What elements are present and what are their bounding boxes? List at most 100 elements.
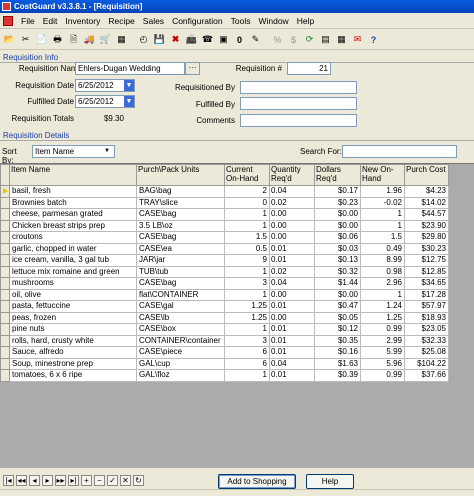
col-new-on-hand[interactable]: New On-Hand [360, 164, 405, 186]
requisitioned-by-field[interactable] [240, 81, 357, 94]
table-row[interactable]: rolls, hard, crusty white CONTAINER\conta… [0, 334, 449, 347]
cell-quantity-reqd[interactable]: 0.04 [269, 185, 315, 198]
help-button[interactable]: Help [306, 474, 354, 489]
number-icon[interactable]: 0 [232, 32, 247, 47]
image-icon[interactable]: ▣ [216, 32, 231, 47]
cell-quantity-reqd[interactable]: 0.00 [269, 231, 315, 244]
menu-recipe[interactable]: Recipe [104, 16, 138, 26]
table-row[interactable]: pine nuts CASE\box 1 0.01 $0.12 0.99 $23.05 [0, 323, 449, 336]
fulfilled-date-dropdown-icon[interactable]: ▼ [124, 96, 134, 107]
fax-icon[interactable]: 📠 [184, 32, 199, 47]
row-selector[interactable] [0, 277, 10, 290]
requisition-number-field[interactable]: 21 [287, 62, 331, 75]
row-selector[interactable] [0, 231, 10, 244]
table-row[interactable]: basil, fresh BAG\bag 2 0.04 $0.17 1.96 $4.23 [0, 185, 449, 198]
cell-quantity-reqd[interactable]: 0.01 [269, 300, 315, 313]
table-row[interactable]: Sauce, alfredo CASE\piece 6 0.01 $0.16 5.99 $2… [0, 346, 449, 359]
open-icon[interactable]: 📂 [2, 32, 17, 47]
comments-field[interactable] [240, 114, 357, 127]
cell-quantity-reqd[interactable]: 0.02 [269, 196, 315, 209]
table-row[interactable]: Brownies batch TRAY\slice 0 0.02 $0.23 -0.02 $… [0, 196, 449, 209]
requisition-name-field[interactable]: Ehlers-Dugan Wedding [75, 62, 185, 75]
table-row[interactable]: Soup, minestrone prep GAL\cup 6 0.04 $1.63 5.… [0, 357, 449, 370]
cell-quantity-reqd[interactable]: 0.01 [269, 323, 315, 336]
next-record-icon[interactable]: ▸ [42, 474, 53, 486]
cart-icon[interactable]: 🛒 [98, 32, 113, 47]
row-selector[interactable] [0, 357, 10, 370]
col-current-on-hand[interactable]: Current On-Hand [224, 164, 270, 186]
cell-quantity-reqd[interactable]: 0.02 [269, 265, 315, 278]
document-icon[interactable] [3, 15, 13, 26]
cell-quantity-reqd[interactable]: 0.04 [269, 357, 315, 370]
requisition-name-lookup-button[interactable]: ··· [185, 62, 200, 75]
cell-quantity-reqd[interactable]: 0.00 [269, 219, 315, 232]
last-record-icon[interactable]: ▸| [68, 474, 79, 486]
first-record-icon[interactable]: |◂ [3, 474, 14, 486]
calendar-icon[interactable]: ▦ [334, 32, 349, 47]
cell-quantity-reqd[interactable]: 0.00 [269, 288, 315, 301]
col-quantity-reqd[interactable]: Quantity Req'd [269, 164, 315, 186]
save-icon[interactable]: 💾 [152, 32, 167, 47]
edit-icon[interactable]: ✎ [248, 32, 263, 47]
percent-icon[interactable]: % [270, 32, 285, 47]
prev-page-icon[interactable]: ◂◂ [16, 474, 27, 486]
cell-quantity-reqd[interactable]: 0.00 [269, 208, 315, 221]
cell-quantity-reqd[interactable]: 0.01 [269, 254, 315, 267]
table-row[interactable]: lettuce mix romaine and green TUB\tub 1 0.0… [0, 265, 449, 278]
delete-icon[interactable]: ✖ [168, 32, 183, 47]
recipe-icon[interactable]: 📄 [34, 32, 49, 47]
prev-record-icon[interactable]: ◂ [29, 474, 40, 486]
row-selector[interactable] [0, 254, 10, 267]
requisition-date-dropdown-icon[interactable]: ▼ [124, 80, 134, 91]
refresh-icon[interactable]: ⟳ [302, 32, 317, 47]
calculator-icon[interactable]: ▦ [114, 32, 129, 47]
row-selector[interactable] [0, 219, 10, 232]
row-selector[interactable] [0, 196, 10, 209]
col-dollars-reqd[interactable]: Dollars Req'd [314, 164, 361, 186]
menu-sales[interactable]: Sales [139, 16, 168, 26]
cut-icon[interactable]: ✂ [18, 32, 33, 47]
menu-edit[interactable]: Edit [39, 16, 62, 26]
spreadsheet-icon[interactable]: ▤ [318, 32, 333, 47]
row-selector[interactable] [0, 369, 10, 382]
col-purch-pack-units[interactable]: Purch\Pack Units [136, 164, 225, 186]
cell-quantity-reqd[interactable]: 0.00 [269, 311, 315, 324]
cell-quantity-reqd[interactable]: 0.01 [269, 242, 315, 255]
row-selector[interactable] [0, 346, 10, 359]
row-selector[interactable] [0, 311, 10, 324]
menu-window[interactable]: Window [254, 16, 292, 26]
pdf-icon[interactable]: ✉ [350, 32, 365, 47]
table-row[interactable]: mushrooms CASE\bag 3 0.04 $1.44 2.96 $34.65 [0, 277, 449, 290]
table-row[interactable]: croutons CASE\bag 1.5 0.00 $0.06 1.5 $29.80 [0, 231, 449, 244]
row-selector[interactable] [0, 300, 10, 313]
row-selector[interactable] [0, 242, 10, 255]
menu-inventory[interactable]: Inventory [61, 16, 104, 26]
vendor-icon[interactable]: 🚚 [82, 32, 97, 47]
table-row[interactable]: garlic, chopped in water CASE\ea 0.5 0.01 $0… [0, 242, 449, 255]
sort-dropdown-icon[interactable]: ▼ [104, 148, 110, 154]
row-selector[interactable] [0, 288, 10, 301]
menu-configuration[interactable]: Configuration [168, 16, 227, 26]
menu-file[interactable]: File [17, 16, 39, 26]
print-preview-icon[interactable]: 🗎 [66, 32, 81, 47]
table-row[interactable]: Chicken breast strips prep 3.5 LB\oz 1 0.00… [0, 219, 449, 232]
cell-quantity-reqd[interactable]: 0.04 [269, 277, 315, 290]
add-record-icon[interactable]: + [81, 474, 92, 486]
next-page-icon[interactable]: ▸▸ [55, 474, 66, 486]
menu-help[interactable]: Help [293, 16, 318, 26]
delete-record-icon[interactable]: − [94, 474, 105, 486]
help-icon[interactable]: ? [366, 32, 381, 47]
table-row[interactable]: pasta, fettuccine CASE\gal 1.25 0.01 $0.47 1.… [0, 300, 449, 313]
sort-by-select[interactable]: Item Name [32, 145, 115, 158]
table-row[interactable]: oil, olive flat\CONTAINER 1 0.00 $0.00 1 $17.2… [0, 288, 449, 301]
cell-quantity-reqd[interactable]: 0.01 [269, 334, 315, 347]
cell-quantity-reqd[interactable]: 0.01 [269, 346, 315, 359]
col-item-name[interactable]: Item Name [9, 164, 137, 186]
table-row[interactable]: cheese, parmesan grated CASE\bag 1 0.00 $0.0… [0, 208, 449, 221]
confirm-icon[interactable]: ✓ [107, 474, 118, 486]
print-icon[interactable]: 🖶 [50, 32, 65, 47]
search-input[interactable] [342, 145, 457, 158]
row-selector[interactable] [0, 334, 10, 347]
row-selector[interactable] [0, 208, 10, 221]
add-to-shopping-cart-button[interactable]: Add to Shopping Cart [218, 474, 296, 496]
